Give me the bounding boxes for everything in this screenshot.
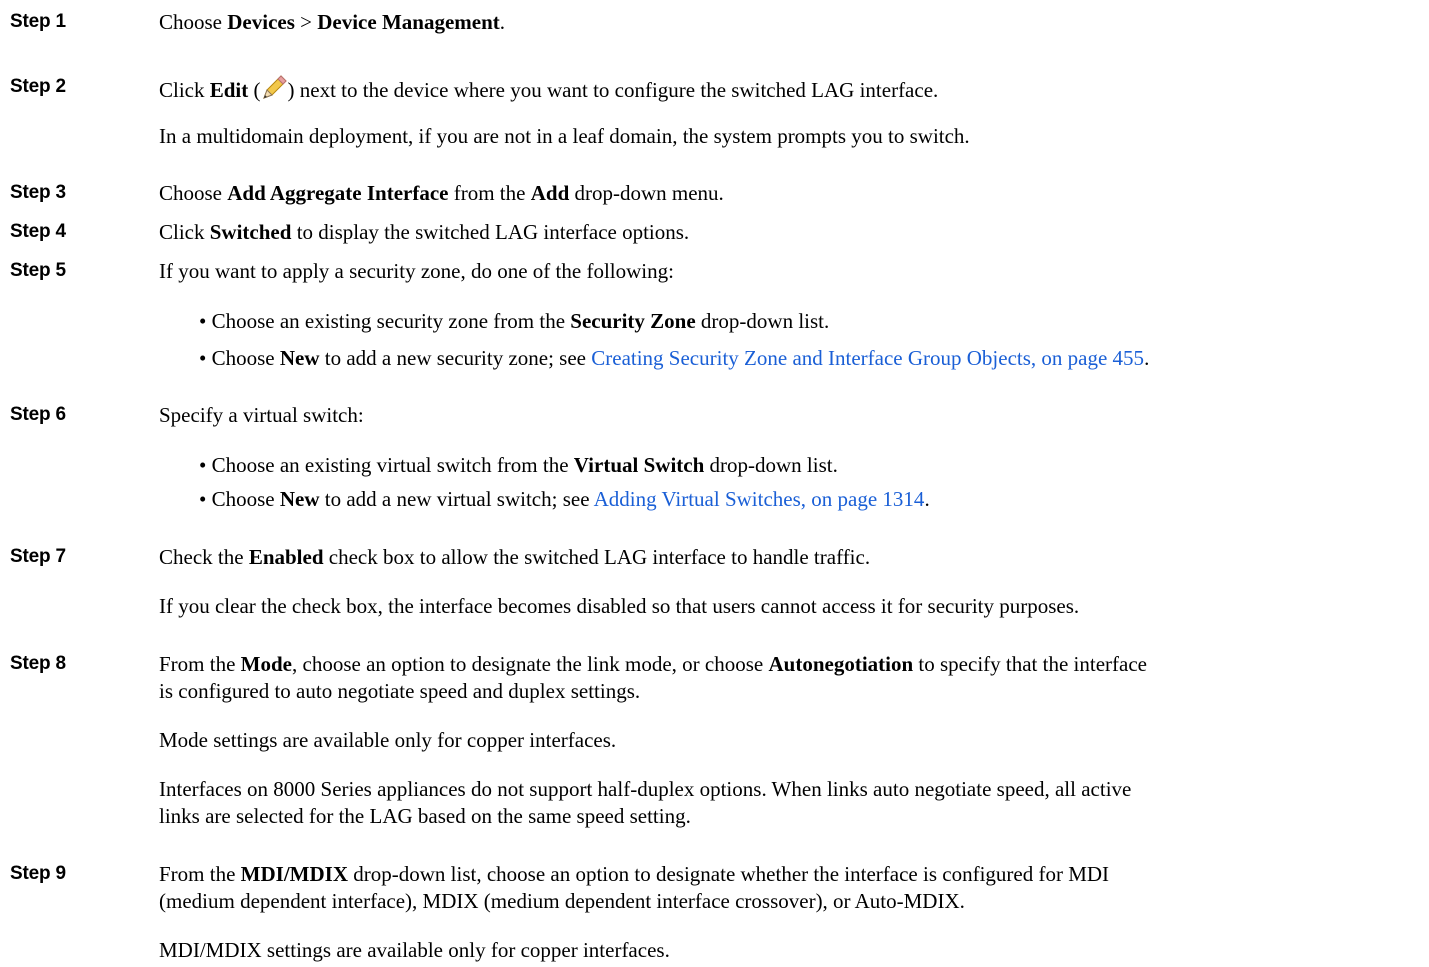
step-3-label: Step 3: [10, 182, 66, 203]
step-4-label: Step 4: [10, 221, 66, 242]
step-4-text: Click Switched to display the switched L…: [159, 220, 690, 244]
step-2-text: Click Edit () next to the device where y…: [159, 75, 938, 102]
step-9-text-line2: (medium dependent interface), MDIX (medi…: [159, 889, 965, 913]
pencil-icon: [261, 75, 288, 101]
step-7-label: Step 7: [10, 546, 66, 567]
step-8-note: Mode settings are available only for cop…: [159, 728, 617, 752]
step-5-text: If you want to apply a security zone, do…: [159, 259, 674, 283]
step-8-note2-line2: links are selected for the LAG based on …: [159, 804, 691, 828]
step-6-bullet-1: • Choose an existing virtual switch from…: [199, 453, 838, 477]
step-1-text: Choose Devices > Device Management.: [159, 10, 506, 34]
step-9-note: MDI/MDIX settings are available only for…: [159, 938, 670, 962]
step-8-note2-line1: Interfaces on 8000 Series appliances do …: [159, 777, 1132, 801]
security-zone-link[interactable]: Creating Security Zone and Interface Gro…: [591, 346, 1144, 370]
step-7-note: If you clear the check box, the interfac…: [159, 594, 1080, 618]
step-9-text: From the MDI/MDIX drop-down list, choose…: [159, 862, 1110, 886]
step-8-label: Step 8: [10, 653, 66, 674]
step-2-label: Step 2: [10, 76, 66, 97]
step-7-text: Check the Enabled check box to allow the…: [159, 545, 871, 569]
step-5-label: Step 5: [10, 260, 66, 281]
step-6-bullet-2: • Choose New to add a new virtual switch…: [199, 487, 930, 511]
step-2-note: In a multidomain deployment, if you are …: [159, 124, 970, 148]
step-9-label: Step 9: [10, 863, 66, 884]
step-8-text-line2: is configured to auto negotiate speed an…: [159, 679, 641, 703]
step-8-text: From the Mode, choose an option to desig…: [159, 652, 1147, 676]
step-6-label: Step 6: [10, 404, 66, 425]
virtual-switches-link[interactable]: Adding Virtual Switches, on page 1314: [594, 487, 925, 511]
step-1-label: Step 1: [10, 11, 66, 32]
step-5-bullet-2: • Choose New to add a new security zone;…: [199, 346, 1150, 370]
step-3-text: Choose Add Aggregate Interface from the …: [159, 181, 724, 205]
step-5-bullet-1: • Choose an existing security zone from …: [199, 309, 830, 333]
step-6-text: Specify a virtual switch:: [159, 403, 364, 427]
